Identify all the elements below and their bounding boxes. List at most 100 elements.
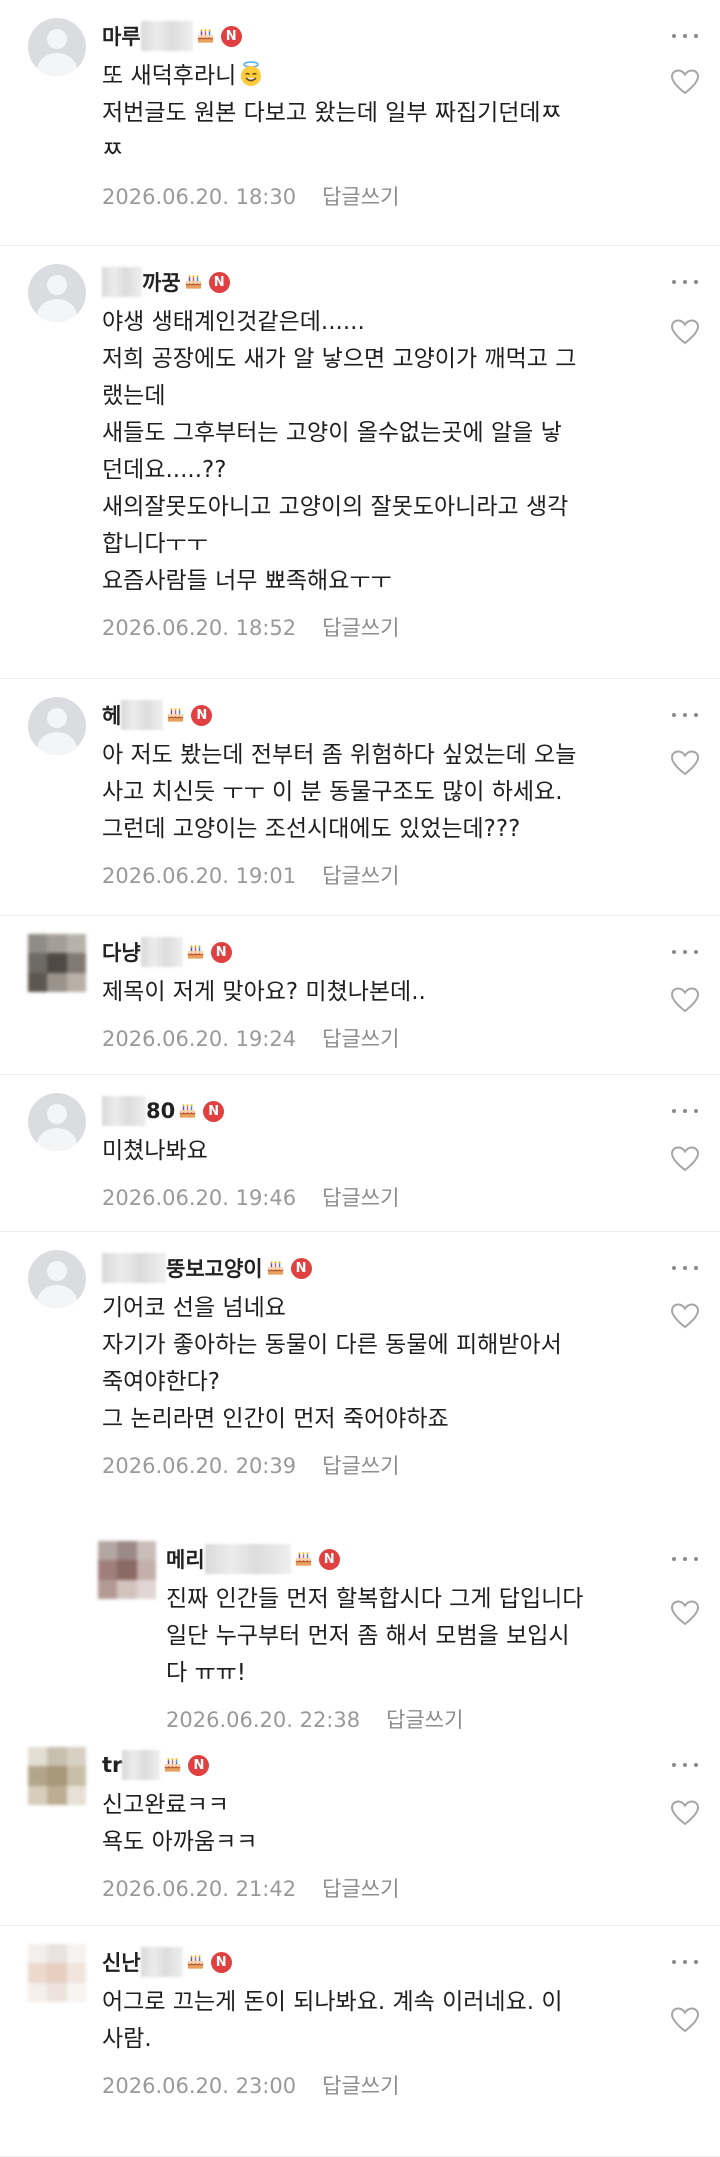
reply-button[interactable]: 답글쓰기 [322, 1877, 399, 1901]
comment-line: 기어코 선을 넘네요 [102, 1295, 286, 1321]
author-row[interactable]: tr N [102, 1750, 210, 1780]
comment-date: 2026.06.20. 19:24 [102, 1027, 297, 1051]
comment-line: 합니다ㅜㅜ [102, 531, 208, 557]
like-heart-icon[interactable] [670, 1145, 700, 1173]
more-options-icon[interactable] [672, 705, 698, 725]
blurred-nickname [121, 700, 164, 730]
comment-line: 일단 누구부터 먼저 좀 해서 모범을 보입시 [166, 1623, 570, 1649]
comment-date: 2026.06.20. 20:39 [102, 1454, 297, 1478]
nickname-prefix: tr [102, 1753, 123, 1777]
reply-button[interactable]: 답글쓰기 [322, 1454, 399, 1478]
reply-button[interactable]: 답글쓰기 [322, 2074, 399, 2098]
like-heart-icon[interactable] [670, 68, 700, 96]
comment-line: 새들도 그후부터는 고양이 올수없는곳에 알을 낳 [102, 420, 562, 446]
blurred-nickname [122, 1750, 161, 1780]
author-row[interactable]: 다냥 N [102, 937, 232, 967]
default-avatar-icon[interactable] [28, 18, 86, 76]
like-heart-icon[interactable] [670, 1799, 700, 1827]
n-badge-icon: N [210, 941, 232, 963]
comment-line: 다 ㅠㅠ! [166, 1660, 247, 1686]
avatar[interactable] [28, 934, 86, 992]
n-badge-icon: N [203, 1100, 225, 1122]
author-row[interactable]: 뚱보고양이 N [102, 1253, 312, 1283]
comment-line: 욕도 아까움ㅋㅋ [102, 1829, 258, 1855]
comment-line: 사고 치신듯 ㅜㅜ 이 분 동물구조도 많이 하세요. [102, 779, 563, 805]
comment-meta: 2026.06.20. 18:30 답글쓰기 [102, 181, 399, 211]
more-options-icon[interactable] [672, 26, 698, 46]
more-options-icon[interactable] [672, 1101, 698, 1121]
like-heart-icon[interactable] [670, 1302, 700, 1330]
comment-date: 2026.06.20. 23:00 [102, 2074, 297, 2098]
reply-button[interactable]: 답글쓰기 [322, 185, 399, 209]
author-row[interactable]: 80 N [102, 1096, 225, 1126]
reply-button[interactable]: 답글쓰기 [322, 616, 399, 640]
avatar[interactable] [98, 1541, 156, 1599]
comment-item: tr N 신고완료ㅋㅋ 욕도 아까움ㅋㅋ 2026.06.20. 21:42 답글쓰기 [0, 1729, 720, 1926]
reply-button[interactable]: 답글쓰기 [322, 864, 399, 888]
smiling-halo-emoji-icon [238, 61, 264, 87]
like-heart-icon[interactable] [670, 1599, 700, 1627]
comment-list: 마루 N 또 새덕후라니 저번글도 원본 다보고 왔는데 일부 짜집기던데ㅉㅉ 2… [0, 0, 720, 2157]
more-options-icon[interactable] [672, 1952, 698, 1972]
comment-date: 2026.06.20. 21:42 [102, 1877, 297, 1901]
reply-button[interactable]: 답글쓰기 [322, 1186, 399, 1210]
n-badge-icon: N [318, 1548, 340, 1570]
blurred-nickname [140, 1947, 183, 1977]
blurred-nickname [102, 267, 142, 297]
cake-icon [266, 1260, 285, 1276]
comment-line: 진짜 인간들 먼저 할복합시다 그게 답입니다 [166, 1586, 584, 1612]
cake-icon [166, 707, 185, 723]
comment-line: 야생 생태계인것같은데...... [102, 309, 365, 335]
like-heart-icon[interactable] [670, 749, 700, 777]
comment-meta: 2026.06.20. 19:46 답글쓰기 [102, 1182, 399, 1212]
reply-button[interactable]: 답글쓰기 [322, 1027, 399, 1051]
blurred-nickname [204, 1544, 291, 1574]
comment-line: ㅉ [102, 137, 124, 163]
comment-line: 어그로 끄는게 돈이 되나봐요. 계속 이러네요. 이 [102, 1989, 563, 2015]
comment-body: 제목이 저게 맞아요? 미쳤나본데.. [102, 974, 426, 1011]
like-heart-icon[interactable] [670, 318, 700, 346]
cake-icon [294, 1551, 313, 1567]
n-badge-icon: N [210, 1951, 232, 1973]
n-badge-icon: N [220, 25, 242, 47]
comment-line: 그 논리라면 인간이 먼저 죽어야하죠 [102, 1406, 449, 1432]
comment-line: 저희 공장에도 새가 알 낳으면 고양이가 깨먹고 그 [102, 346, 577, 372]
blurred-nickname [140, 21, 193, 51]
nickname-prefix: 메리 [166, 1548, 205, 1572]
more-options-icon[interactable] [672, 942, 698, 962]
more-options-icon[interactable] [672, 272, 698, 292]
comment-meta: 2026.06.20. 19:24 답글쓰기 [102, 1023, 399, 1053]
cake-icon [186, 1954, 205, 1970]
comment-date: 2026.06.20. 18:30 [102, 185, 297, 209]
author-row[interactable]: 헤 N [102, 700, 213, 730]
comment-item: 뚱보고양이 N 기어코 선을 넘네요자기가 좋아하는 동물이 다른 동물에 피해… [0, 1232, 720, 1523]
author-row[interactable]: 메리 N [166, 1544, 340, 1574]
author-row[interactable]: 까꿍 N [102, 267, 230, 297]
more-options-icon[interactable] [672, 1755, 698, 1775]
comment-meta: 2026.06.20. 19:01 답글쓰기 [102, 860, 399, 890]
comment-meta: 2026.06.20. 23:00 답글쓰기 [102, 2070, 399, 2100]
blurred-nickname [140, 937, 183, 967]
default-avatar-icon[interactable] [28, 1093, 86, 1151]
like-heart-icon[interactable] [670, 986, 700, 1014]
author-row[interactable]: 신난 N [102, 1947, 232, 1977]
avatar[interactable] [28, 1747, 86, 1805]
like-heart-icon[interactable] [670, 2006, 700, 2034]
comment-meta: 2026.06.20. 21:42 답글쓰기 [102, 1873, 399, 1903]
comment-body: 진짜 인간들 먼저 할복합시다 그게 답입니다일단 누구부터 먼저 좀 해서 모… [166, 1581, 583, 1692]
comment-line: 자기가 좋아하는 동물이 다른 동물에 피해받아서 [102, 1332, 562, 1358]
author-row[interactable]: 마루 N [102, 21, 242, 51]
comment-date: 2026.06.20. 19:01 [102, 864, 297, 888]
more-options-icon[interactable] [672, 1549, 698, 1569]
comment-line: 던데요.....?? [102, 457, 227, 483]
default-avatar-icon[interactable] [28, 264, 86, 322]
avatar[interactable] [28, 1944, 86, 2002]
more-options-icon[interactable] [672, 1258, 698, 1278]
comment-line: 또 새덕후라니 [102, 58, 562, 95]
default-avatar-icon[interactable] [28, 1250, 86, 1308]
comment-date: 2026.06.20. 18:52 [102, 616, 297, 640]
default-avatar-icon[interactable] [28, 697, 86, 755]
cake-icon [178, 1103, 197, 1119]
comment-item: 다냥 N 제목이 저게 맞아요? 미쳤나본데.. 2026.06.20. 19:2… [0, 916, 720, 1075]
nickname-suffix: 뚱보고양이 [166, 1257, 263, 1281]
